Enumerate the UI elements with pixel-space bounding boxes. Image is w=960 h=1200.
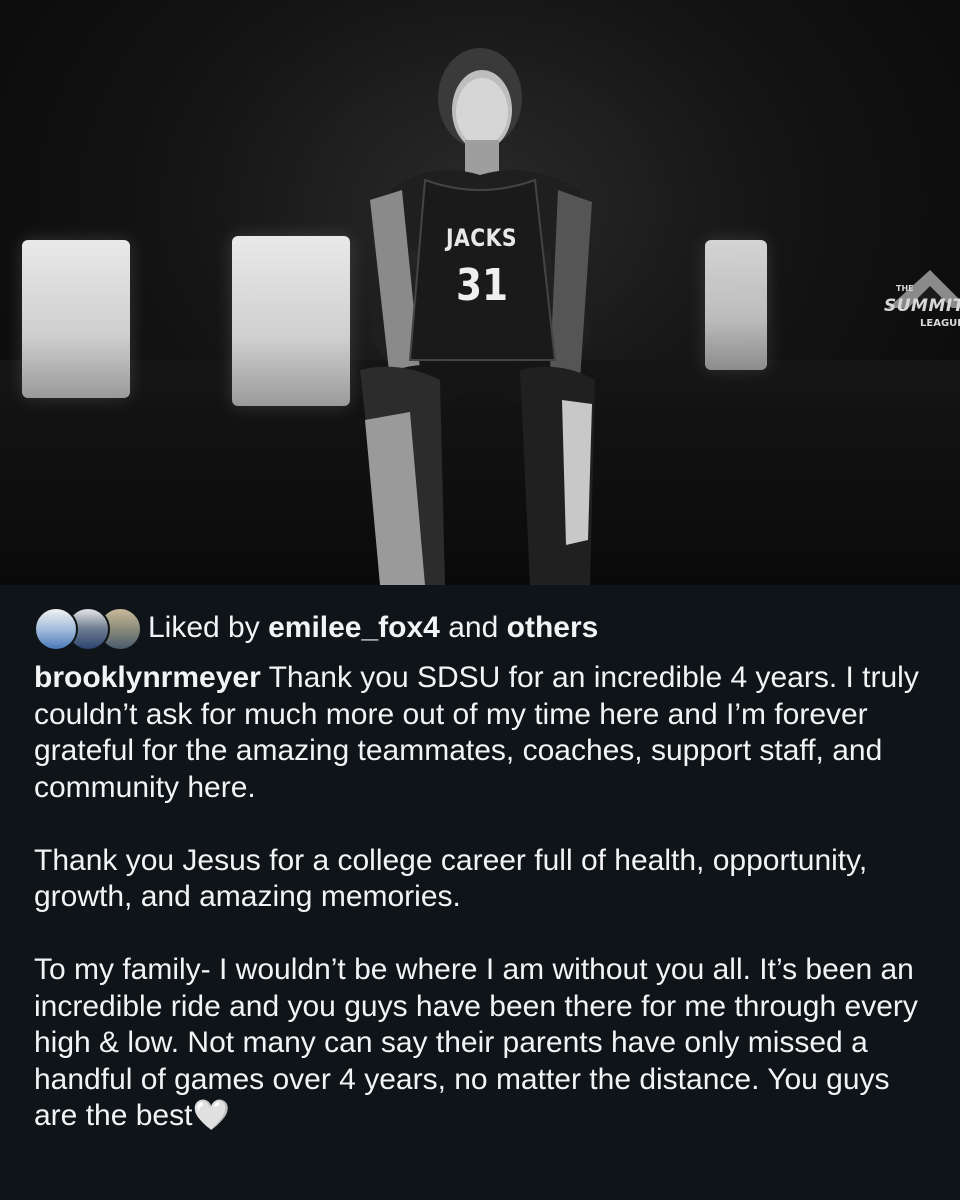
likes-row[interactable]: Liked by emilee_fox4 and others: [34, 602, 598, 654]
towel-left: [22, 240, 130, 398]
likes-others-link[interactable]: others: [507, 611, 599, 644]
caption-paragraph: To my family- I wouldn’t be where I am w…: [34, 953, 918, 1132]
summit-logo-the: THE: [896, 284, 914, 293]
caption-paragraph: Thank you Jesus for a college career ful…: [34, 843, 868, 914]
summit-logo-sub: LEAGUE: [920, 318, 960, 329]
post-photo[interactable]: JACKS 31 THE SUMMIT LEAGUE: [0, 0, 960, 585]
avatar[interactable]: [34, 607, 78, 651]
likes-prefix: Liked by: [148, 611, 260, 644]
jersey-number: 31: [456, 260, 509, 311]
liker-username-link[interactable]: emilee_fox4: [268, 611, 440, 644]
likes-summary: Liked by emilee_fox4 and others: [148, 611, 598, 645]
likes-conjunction: and: [448, 611, 499, 644]
athlete-figure: [360, 48, 595, 585]
post-caption: brooklynrmeyer Thank you SDSU for an inc…: [34, 660, 934, 1135]
author-username-link[interactable]: brooklynrmeyer: [34, 661, 261, 694]
liker-avatars[interactable]: [34, 605, 142, 651]
caption-paragraph: brooklynrmeyer Thank you SDSU for an inc…: [34, 660, 934, 806]
towel-right: [705, 240, 767, 370]
summit-logo-text: SUMMIT: [884, 296, 960, 316]
jersey-team-name: JACKS: [446, 224, 517, 252]
